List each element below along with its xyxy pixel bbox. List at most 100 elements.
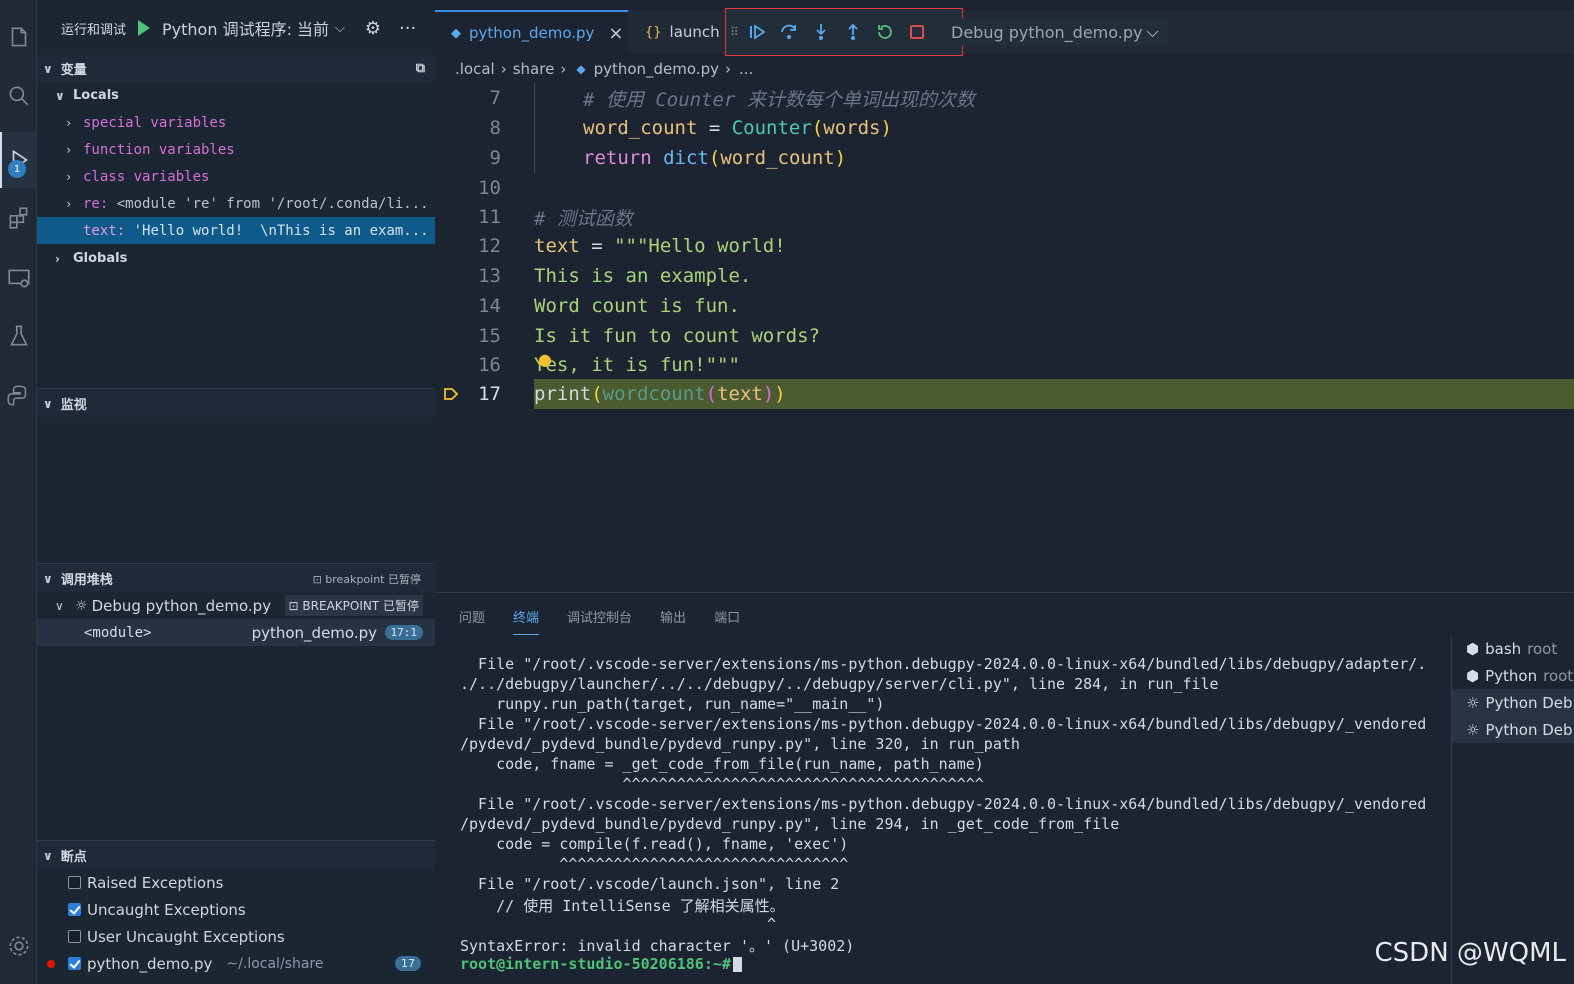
terminal-list-item[interactable]: ⬢ bash root [1452, 635, 1574, 662]
debug-session-row[interactable]: ∨ ☼ Debug python_demo.py ⊡ BREAKPOINT 已暂… [37, 592, 435, 619]
variables-section-header[interactable]: ∨ 变量 ⧉ [37, 55, 435, 82]
remote-explorer-icon[interactable] [0, 256, 37, 300]
variable-row-selected[interactable]: text: 'Hello world! \nThis is an exam... [37, 217, 435, 244]
token-paren: ( [705, 383, 718, 405]
code-line[interactable]: 11 # 测试函数 [435, 202, 1574, 232]
restart-button[interactable] [869, 16, 901, 48]
terminal-name: bash [1485, 639, 1522, 658]
code-line[interactable]: 14 Word count is fun. [435, 291, 1574, 321]
extensions-icon[interactable] [0, 196, 37, 240]
stop-button[interactable] [901, 16, 933, 48]
start-debugging-button[interactable]: Python 调试程序: 当前 ⌵ [138, 12, 345, 44]
frame-name: <module> [84, 624, 152, 641]
debug-config-select[interactable]: Debug python_demo.py ⌵ [943, 18, 1167, 46]
debug-toolbar: ⠿ [725, 8, 963, 56]
frame-file: python_demo.py [251, 623, 377, 642]
tab-output[interactable]: 输出 [660, 607, 686, 635]
checkbox-checked[interactable] [68, 957, 81, 970]
debug-badge: 1 [8, 160, 26, 178]
terminal-list-item[interactable]: ☼ Python Deb [1452, 716, 1574, 743]
breadcrumb-item[interactable]: .local [455, 60, 495, 78]
tab-launch[interactable]: {} launch [629, 10, 721, 54]
code-comment: # 测试函数 [534, 207, 633, 230]
code-line[interactable]: 10 [435, 173, 1574, 203]
breadcrumb-item[interactable]: python_demo.py [594, 60, 719, 78]
line-number: 12 [478, 235, 501, 257]
code-line[interactable]: 16 Yes, it is fun!""" ● [435, 350, 1574, 380]
terminal-line: ^^^^^^^^^^^^^^^^^^^^^^^^^^^^^^^^ [460, 855, 849, 873]
breakpoints-title: 断点 [60, 850, 87, 865]
checkbox[interactable] [68, 876, 81, 889]
breakpoint-option[interactable]: Raised Exceptions [37, 869, 435, 896]
breakpoint-option[interactable]: Uncaught Exceptions [37, 896, 435, 923]
watch-section-header[interactable]: ∨ 监视 [37, 390, 435, 417]
terminal-name: Python [1485, 666, 1538, 685]
breakpoint-line: 17 [395, 956, 421, 971]
breadcrumb-item[interactable]: ... [739, 60, 753, 78]
breakpoints-section-header[interactable]: ∨ 断点 [37, 842, 435, 869]
explorer-icon[interactable] [0, 16, 37, 60]
more-actions-icon[interactable]: ··· [399, 18, 416, 39]
code-line[interactable]: 13 This is an example. [435, 261, 1574, 291]
step-into-button[interactable] [805, 16, 837, 48]
stack-frame-row[interactable]: <module> python_demo.py 17:1 [37, 619, 435, 646]
checkbox-checked[interactable] [68, 903, 81, 916]
breakpoint-dot-icon [47, 959, 55, 968]
callstack-section-header[interactable]: ∨ 调用堆栈 ⊡ breakpoint 已暂停 [37, 565, 435, 592]
continue-icon [749, 24, 766, 40]
python-icon[interactable] [0, 374, 37, 418]
code-line[interactable]: 8 word_count = Counter(words) [435, 113, 1574, 143]
code-line[interactable]: 15 Is it fun to count words? [435, 321, 1574, 351]
code-line-current[interactable]: 17 print(wordcount(text)) [435, 379, 1574, 409]
terminal-output[interactable]: File "/root/.vscode-server/extensions/ms… [460, 655, 1455, 975]
terminal-sub: root [1527, 639, 1558, 658]
step-over-button[interactable] [773, 16, 805, 48]
tab-python-demo[interactable]: ◆ python_demo.py × [435, 10, 628, 54]
breakpoint-option[interactable]: User Uncaught Exceptions [37, 923, 435, 950]
editor-area: ◆ python_demo.py × {} launch ⠿ Debug pyt… [435, 0, 1574, 592]
terminal-line: /pydevd/_pydevd_bundle/pydevd_runpy.py",… [460, 735, 1020, 753]
session-badge-text: BREAKPOINT 已暂停 [302, 599, 419, 613]
breadcrumb-item[interactable]: share [513, 60, 555, 78]
tab-problems[interactable]: 问题 [459, 607, 485, 635]
variable-name: re: [83, 195, 109, 212]
run-config-select[interactable]: Python 调试程序: 当前 [162, 16, 329, 40]
variable-name: function variables [83, 141, 235, 158]
search-icon[interactable] [0, 74, 37, 118]
globals-scope[interactable]: › Globals [37, 245, 435, 272]
lightbulb-icon[interactable]: ● [538, 350, 552, 369]
chevron-down-icon: ∨ [43, 61, 53, 76]
callstack-title: 调用堆栈 [60, 573, 113, 588]
bottom-panel: 问题 终端 调试控制台 输出 端口 File "/root/.vscode-se… [435, 592, 1574, 984]
variable-row[interactable]: › class variables [37, 163, 435, 190]
drag-handle-icon[interactable]: ⠿ [730, 25, 739, 39]
variable-row[interactable]: › special variables [37, 109, 435, 136]
code-line[interactable]: 9 return dict(word_count) [435, 143, 1574, 173]
chevron-right-icon: › [500, 60, 507, 78]
bug-icon: ☼ [1466, 693, 1480, 712]
testing-icon[interactable] [0, 314, 37, 358]
tab-terminal[interactable]: 终端 [513, 607, 540, 635]
variable-row[interactable]: › re: <module 're' from '/root/.conda/li… [37, 190, 435, 217]
session-name: Debug python_demo.py [91, 596, 272, 615]
continue-button[interactable] [741, 16, 773, 48]
terminal-list-item[interactable]: ☼ Python Deb [1452, 689, 1574, 716]
code-line[interactable]: 12 text = """Hello world! [435, 231, 1574, 261]
tab-ports[interactable]: 端口 [714, 607, 740, 635]
close-icon[interactable]: × [608, 23, 623, 44]
step-out-button[interactable] [837, 16, 869, 48]
breakpoint-file-row[interactable]: python_demo.py ~/.local/share 17 [37, 950, 435, 977]
settings-gear-icon[interactable] [0, 924, 37, 968]
bug-icon: ☼ [1466, 720, 1480, 739]
line-number: 15 [478, 325, 501, 347]
locals-scope[interactable]: ∨ Locals [37, 82, 435, 109]
code-line[interactable]: 7 # 使用 Counter 来计数每个单词出现的次数 [435, 83, 1574, 113]
frame-position: 17:1 [384, 625, 423, 640]
terminal-list-item[interactable]: ⬢ Python root [1452, 662, 1574, 689]
gear-icon[interactable]: ⚙ [365, 18, 381, 39]
token-function: wordcount [602, 383, 706, 405]
checkbox[interactable] [68, 930, 81, 943]
tab-debug-console[interactable]: 调试控制台 [567, 607, 632, 635]
collapse-all-icon[interactable]: ⧉ [416, 61, 425, 76]
variable-row[interactable]: › function variables [37, 136, 435, 163]
